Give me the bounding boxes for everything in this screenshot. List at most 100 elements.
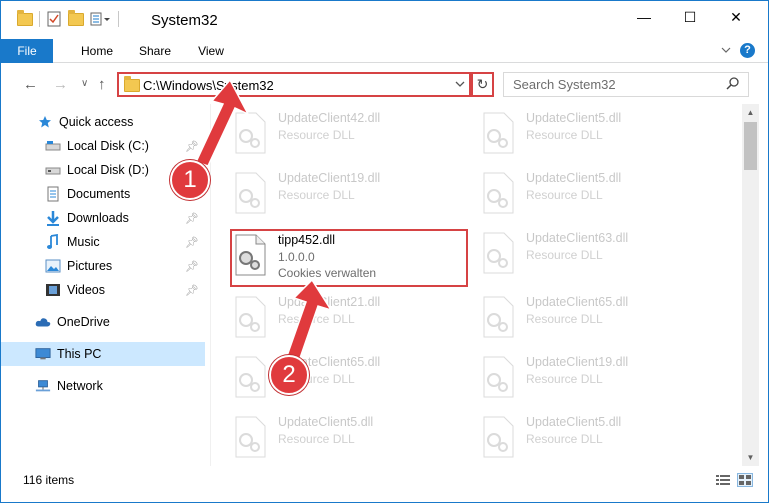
details-view-icon[interactable] [715,473,731,487]
navigation-pane: Quick access Local Disk (C:) 📌︎ Local Di… [1,104,211,466]
sidebar-item-pictures[interactable]: Pictures 📌︎ [1,254,205,278]
file-type: Resource DLL [278,188,355,202]
sidebar-item-label: Local Disk (D:) [67,163,149,177]
pin-icon: 📌︎ [185,284,199,297]
chevron-down-icon[interactable] [720,44,732,59]
step-2-callout: 2 [269,355,309,395]
sidebar-item-local-disk-c[interactable]: Local Disk (C:) 📌︎ [1,134,205,158]
sidebar-item-music[interactable]: Music 📌︎ [1,230,205,254]
maximize-button[interactable]: ☐ [667,1,713,33]
file-tile[interactable]: UpdateClient19.dll Resource DLL [232,166,462,218]
customize-icon[interactable] [90,11,110,27]
dll-file-icon [232,172,268,214]
file-type: Resource DLL [526,432,603,446]
new-folder-icon[interactable] [68,9,84,26]
file-name: UpdateClient5.dll [526,415,622,429]
help-icon[interactable]: ? [740,43,755,58]
step-1-callout: 1 [170,160,210,200]
sidebar-item-label: Network [57,379,103,393]
forward-button[interactable]: → [53,76,68,93]
chevron-down-icon[interactable] [454,77,466,94]
scroll-up-icon[interactable]: ▲ [742,104,759,121]
sidebar-item-network[interactable]: Network [1,374,205,398]
file-type: Resource DLL [278,128,355,142]
back-button[interactable]: ← [23,76,38,93]
toolbar-separator [39,11,40,27]
pictures-icon [45,258,61,274]
scroll-down-icon[interactable]: ▼ [742,449,759,466]
dll-file-icon [232,416,268,458]
quick-access-toolbar [17,9,119,27]
sidebar-item-videos[interactable]: Videos 📌︎ [1,278,205,302]
address-bar[interactable]: C:\Windows\System32 [117,72,471,97]
dll-file-icon [480,112,516,154]
minimize-button[interactable]: — [621,1,667,33]
dll-file-icon [480,232,516,274]
highlight-box [230,229,468,287]
recent-locations-button[interactable]: ∨ [81,78,88,89]
file-tile[interactable]: UpdateClient65.dll Resource DLL [232,350,462,402]
file-name: UpdateClient5.dll [278,415,374,429]
sidebar-item-quick-access[interactable]: Quick access [1,110,205,134]
search-box[interactable]: Search System32 [503,72,749,97]
dll-file-icon [480,416,516,458]
pin-icon: 📌︎ [185,236,199,249]
pin-icon: 📌︎ [185,260,199,273]
pin-icon: 📌︎ [185,140,199,153]
sidebar-item-label: Pictures [67,259,113,273]
pin-icon: 📌︎ [185,212,199,225]
file-tile[interactable]: UpdateClient65.dll Resource DLL [480,290,710,342]
address-path[interactable]: C:\Windows\System32 [143,78,274,93]
vertical-scrollbar[interactable]: ▲ ▼ [742,104,759,466]
sidebar-item-this-pc[interactable]: This PC [1,342,205,366]
file-tile[interactable]: UpdateClient21.dll Resource DLL [232,290,462,342]
scroll-thumb[interactable] [744,122,757,170]
file-name: UpdateClient42.dll [278,111,381,125]
title-bar: System32 — ☐ ✕ [1,1,768,39]
up-button[interactable]: ↑ [98,76,106,93]
file-name: UpdateClient5.dll [526,171,622,185]
refresh-button[interactable]: ↻ [471,72,494,97]
sidebar-item-label: Videos [67,283,105,297]
sidebar-item-label: Music [67,235,100,249]
file-tile[interactable]: UpdateClient5.dll Resource DLL [232,410,462,462]
file-type: Resource DLL [526,312,603,326]
tab-view[interactable]: View [185,39,237,63]
tab-share[interactable]: Share [129,39,181,63]
sidebar-item-label: Documents [67,187,131,201]
sidebar-item-label: Quick access [59,115,134,129]
properties-icon[interactable] [46,11,62,27]
videos-icon [45,282,61,298]
dll-file-icon [232,296,268,338]
file-tile[interactable]: UpdateClient5.dll Resource DLL [480,166,710,218]
file-tile[interactable]: UpdateClient63.dll Resource DLL [480,226,710,278]
folder-icon [17,9,33,26]
file-name: UpdateClient19.dll [278,171,381,185]
file-type: Resource DLL [526,128,603,142]
sidebar-item-downloads[interactable]: Downloads 📌︎ [1,206,205,230]
file-name: UpdateClient63.dll [526,231,629,245]
window-title: System32 [151,12,218,29]
file-tile[interactable]: UpdateClient19.dll Resource DLL [480,350,710,402]
music-icon [45,234,61,250]
documents-icon [45,186,61,202]
close-button[interactable]: ✕ [713,1,759,33]
tab-home[interactable]: Home [71,39,123,63]
sidebar-item-onedrive[interactable]: OneDrive [1,310,205,334]
navigation-bar: ← → ∨ ↑ C:\Windows\System32 ↻ Search Sys… [1,64,768,104]
search-icon [726,76,740,93]
file-type: Resource DLL [526,372,603,386]
file-tile[interactable]: UpdateClient42.dll Resource DLL [232,106,462,158]
network-icon [35,378,51,394]
large-icons-view-icon[interactable] [737,473,753,487]
file-tile[interactable]: UpdateClient5.dll Resource DLL [480,106,710,158]
sidebar-item-label: Local Disk (C:) [67,139,149,153]
ribbon-tabs: File Home Share View ? [1,39,768,63]
tab-file[interactable]: File [1,39,53,63]
file-tile[interactable]: UpdateClient5.dll Resource DLL [480,410,710,462]
file-type: Resource DLL [278,432,355,446]
sidebar-item-label: OneDrive [57,315,110,329]
sidebar-item-label: This PC [57,347,102,361]
file-type: Resource DLL [526,188,603,202]
sidebar-item-label: Downloads [67,211,129,225]
